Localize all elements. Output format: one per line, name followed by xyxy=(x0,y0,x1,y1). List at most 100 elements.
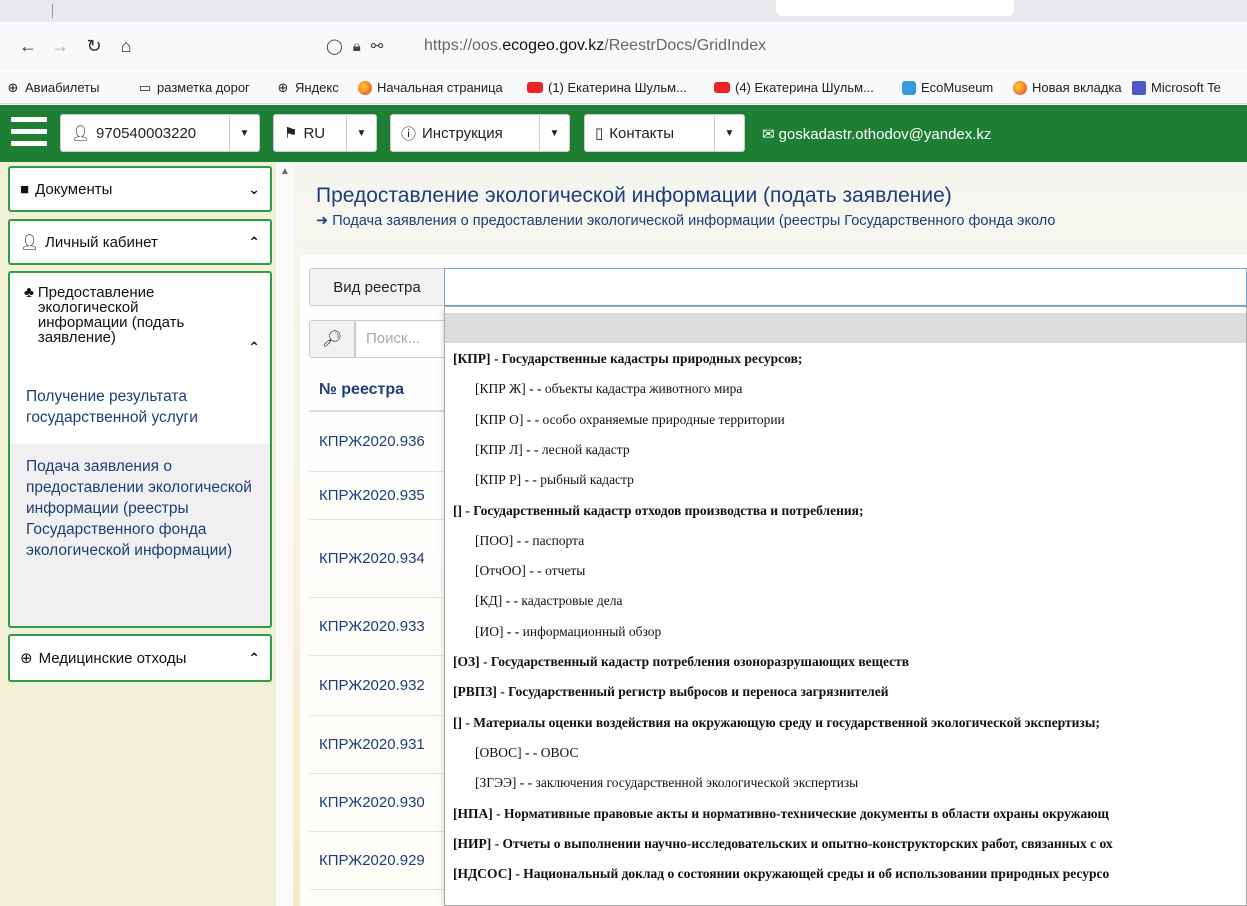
dropdown-option[interactable]: [] - Материалы оценки воздействия на окр… xyxy=(453,715,1100,731)
bookmark-item[interactable]: EcoMuseum xyxy=(902,80,993,95)
option-code: [КПР Ж] xyxy=(475,381,526,397)
chevron-up-icon[interactable]: ⌃ xyxy=(248,339,260,356)
dropdown-option[interactable]: [НДСОС] - Национальный доклад о состояни… xyxy=(453,866,1109,882)
option-text: - - объекты кадастра животного мира xyxy=(525,381,743,397)
dropdown-option[interactable]: [КПР Л] - - лесной кадастр xyxy=(475,442,630,458)
sidebar-item-medical[interactable]: ⊕ Медицинские отходы ⌃ xyxy=(8,634,272,682)
dropdown-option[interactable]: [ОтчОО] - - отчеты xyxy=(475,563,585,579)
page-subtitle[interactable]: ➜ Подача заявления о предоставлении экол… xyxy=(316,213,1055,229)
bookmark-item[interactable]: (4) Екатерина Шульм... xyxy=(714,80,874,95)
dropdown-option[interactable]: [КПР Ж] - - объекты кадастра животного м… xyxy=(475,381,742,397)
sidebar-item-submit-application[interactable]: Подача заявления о предоставлении эколог… xyxy=(10,444,270,626)
folder-icon: ▭ xyxy=(138,79,152,95)
globe-icon: ⊕ xyxy=(7,79,19,95)
registry-type-select[interactable] xyxy=(444,268,1247,306)
option-text: - - особо охраняемые природные территори… xyxy=(523,411,785,427)
option-text: - Отчеты о выполнении научно-исследовате… xyxy=(491,835,1113,851)
dropdown-option[interactable]: [ИО] - - информационный обзор xyxy=(475,624,661,640)
dropdown-option[interactable]: [РВПЗ] - Государственный регистр выбросо… xyxy=(453,684,889,700)
contacts-dropdown[interactable]: ▯ Контакты ▼ xyxy=(584,114,745,152)
bookmark-label: Microsoft Te xyxy=(1151,80,1221,95)
address-bar[interactable]: https://oos.ecogeo.gov.kz/ReestrDocs/Gri… xyxy=(424,37,766,55)
chevron-down-icon[interactable]: ▼ xyxy=(539,115,569,151)
hamburger-menu-icon[interactable] xyxy=(11,117,47,149)
table-cell: КПРЖ2020.932 xyxy=(319,677,425,694)
search-input[interactable]: Поиск... xyxy=(355,320,450,358)
chevron-down-icon[interactable]: ⌄ xyxy=(248,181,260,198)
language-dropdown[interactable]: ⚑ RU ▼ xyxy=(273,114,377,152)
info-icon: ⓘ xyxy=(401,125,417,143)
user-dropdown[interactable]: 👤︎ 970540003220 ▼ xyxy=(60,114,260,152)
sidebar-scrollbar[interactable] xyxy=(276,162,293,906)
table-row[interactable]: КПРЖ2020.934 xyxy=(309,520,445,598)
dropdown-option[interactable]: [ОЗ] - Государственный кадастр потреблен… xyxy=(453,654,909,670)
dropdown-option[interactable]: [КПР] - Государственные кадастры природн… xyxy=(453,351,802,367)
scroll-up-icon[interactable]: ▲ xyxy=(280,166,290,177)
lock-icon[interactable]: 🔒︎ xyxy=(353,38,361,55)
option-text: - Государственный кадастр отходов произв… xyxy=(462,502,864,518)
dropdown-option[interactable]: [ПОО] - - паспорта xyxy=(475,533,584,549)
dropdown-option[interactable]: [КД] - - кадастровые дела xyxy=(475,593,623,609)
sidebar-item-cabinet[interactable]: 👤︎ Личный кабинет ⌃ xyxy=(8,219,272,265)
dropdown-option[interactable]: [НИР] - Отчеты о выполнении научно-иссле… xyxy=(453,836,1113,852)
registry-table: № реестра КПРЖ2020.936 КПРЖ2020.935 КПРЖ… xyxy=(309,370,445,890)
table-cell: КПРЖ2020.936 xyxy=(319,433,425,450)
column-header-registry[interactable]: № реестра xyxy=(309,370,445,412)
email-link[interactable]: ✉ goskadastr.othodov@yandex.kz xyxy=(762,125,991,144)
sidebar-subitem-label: Получение результата государственной усл… xyxy=(26,388,198,426)
dropdown-option[interactable]: [ОВОС] - - ОВОС xyxy=(475,745,578,761)
dropdown-option[interactable]: [ЗГЭЭ] - - заключения государственной эк… xyxy=(475,775,858,791)
option-code: [КПР Р] xyxy=(475,472,522,488)
table-row[interactable]: КПРЖ2020.931 xyxy=(309,716,445,774)
teams-icon xyxy=(1132,80,1146,95)
bookmark-item[interactable]: Новая вкладка xyxy=(1013,80,1122,95)
bookmark-item[interactable]: Начальная страница xyxy=(358,80,503,95)
bookmark-item[interactable]: ⊕ Авиабилеты xyxy=(6,79,100,95)
instruction-dropdown[interactable]: ⓘ Инструкция ▼ xyxy=(390,114,570,152)
table-row[interactable]: КПРЖ2020.929 xyxy=(309,832,445,890)
bookmark-label: Яндекс xyxy=(295,80,339,95)
dropdown-option[interactable]: [КПР О] - - особо охраняемые природные т… xyxy=(475,412,785,428)
dropdown-search-input[interactable] xyxy=(445,313,1246,343)
bookmark-item[interactable]: ⊕ Яндекс xyxy=(276,80,339,95)
home-icon[interactable]: ⌂ xyxy=(114,34,138,58)
option-code: [КПР О] xyxy=(475,411,524,427)
option-code: [ЗГЭЭ] xyxy=(475,775,517,791)
dropdown-option[interactable]: [НПА] - Нормативные правовые акты и норм… xyxy=(453,806,1109,822)
shield-icon[interactable]: ◯ xyxy=(326,37,343,55)
user-id: 970540003220 xyxy=(96,124,197,142)
ecomuseum-icon xyxy=(902,80,916,95)
book-icon: ■ xyxy=(20,180,30,198)
sidebar-item-get-result[interactable]: Получение результата государственной усл… xyxy=(10,384,272,434)
browser-toolbar: ← → ↻ ⌂ ◯ 🔒︎ ⚯ https://oos.ecogeo.gov.kz… xyxy=(0,22,1247,70)
chevron-down-icon[interactable]: ▼ xyxy=(346,115,376,151)
forward-icon[interactable]: → xyxy=(48,34,72,58)
dropdown-option[interactable]: [] - Государственный кадастр отходов про… xyxy=(453,503,863,519)
permissions-icon[interactable]: ⚯ xyxy=(371,37,384,55)
browser-tab[interactable] xyxy=(776,0,1014,16)
table-row[interactable]: КПРЖ2020.935 xyxy=(309,472,445,520)
dropdown-option[interactable]: [КПР Р] - - рыбный кадастр xyxy=(475,472,634,488)
back-icon[interactable]: ← xyxy=(16,34,40,58)
table-row[interactable]: КПРЖ2020.930 xyxy=(309,774,445,832)
chevron-down-icon[interactable]: ▼ xyxy=(229,115,259,151)
sidebar-item-label: Медицинские отходы xyxy=(38,649,187,667)
bookmark-item[interactable]: (1) Екатерина Шульм... xyxy=(527,80,687,95)
bookmark-item[interactable]: Microsoft Te xyxy=(1132,80,1221,95)
option-text: - - лесной кадастр xyxy=(522,441,630,457)
option-text: - Национальный доклад о состоянии окружа… xyxy=(511,866,1110,882)
table-row[interactable]: КПРЖ2020.932 xyxy=(309,656,445,716)
chevron-up-icon[interactable]: ⌃ xyxy=(248,650,260,667)
sidebar-group-header[interactable]: ♣ Предоставление экологической информаци… xyxy=(10,273,270,365)
bookmark-item[interactable]: ▭ разметка дорог xyxy=(138,80,250,95)
chevron-down-icon[interactable]: ▼ xyxy=(714,115,744,151)
chevron-up-icon[interactable]: ⌃ xyxy=(248,234,260,251)
flag-icon: ⚑ xyxy=(284,125,298,142)
option-code: [ОтчОО] xyxy=(475,563,526,579)
reload-icon[interactable]: ↻ xyxy=(82,34,106,58)
sidebar-item-documents[interactable]: ■ Документы ⌄ xyxy=(8,166,272,212)
user-icon: 👤︎ xyxy=(71,125,91,142)
table-row[interactable]: КПРЖ2020.933 xyxy=(309,598,445,656)
search-icon[interactable]: 🔎︎ xyxy=(309,320,355,358)
table-row[interactable]: КПРЖ2020.936 xyxy=(309,412,445,472)
